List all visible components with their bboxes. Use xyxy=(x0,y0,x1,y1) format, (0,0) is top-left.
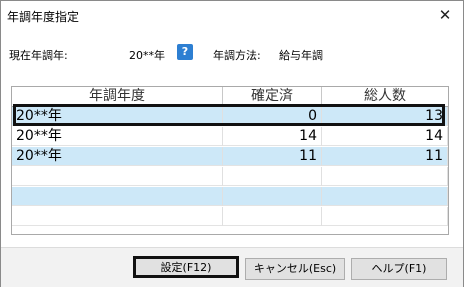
cancel-button[interactable]: キャンセル(Esc) xyxy=(245,258,345,280)
table-row[interactable]: 20**年 0 13 xyxy=(12,107,448,126)
column-header-year[interactable]: 年調年度 xyxy=(12,87,223,106)
year-select-dialog: 年調年度指定 ✕ 現在年調年: 20**年 ? 年調方法: 給与年調 年調年度 … xyxy=(0,0,464,287)
cell-total xyxy=(322,207,448,226)
cell-total xyxy=(322,187,448,206)
column-header-total[interactable]: 総人数 xyxy=(322,87,448,106)
table-row[interactable] xyxy=(12,167,448,186)
cell-year: 20**年 xyxy=(12,127,223,146)
table-header: 年調年度 確定済 総人数 xyxy=(12,87,448,107)
method-label: 年調方法: xyxy=(213,49,261,62)
cell-confirmed: 11 xyxy=(223,147,322,166)
cell-confirmed: 14 xyxy=(223,127,322,146)
current-year-label: 現在年調年: xyxy=(9,49,68,62)
column-header-confirmed[interactable]: 確定済 xyxy=(223,87,322,106)
cell-total: 14 xyxy=(322,127,448,146)
close-icon[interactable]: ✕ xyxy=(431,3,459,27)
cell-year: 20**年 xyxy=(12,147,223,166)
help-button[interactable]: ヘルプ(F1) xyxy=(351,258,447,280)
method-value: 給与年調 xyxy=(279,49,323,62)
cell-confirmed xyxy=(223,207,322,226)
cell-year: 20**年 xyxy=(12,107,223,126)
year-table: 年調年度 確定済 総人数 20**年 0 13 20**年 14 14 20**… xyxy=(11,86,449,235)
cell-total: 11 xyxy=(322,147,448,166)
dialog-title: 年調年度指定 xyxy=(7,10,80,24)
cell-year xyxy=(12,167,223,186)
current-year-value: 20**年 xyxy=(129,49,165,62)
cell-confirmed xyxy=(223,187,322,206)
cell-total xyxy=(322,167,448,186)
help-question-icon[interactable]: ? xyxy=(177,44,193,60)
cell-year xyxy=(12,207,223,226)
settings-button[interactable]: 設定(F12) xyxy=(133,256,239,278)
table-row[interactable] xyxy=(12,187,448,206)
table-row[interactable]: 20**年 14 14 xyxy=(12,127,448,146)
cell-confirmed xyxy=(223,167,322,186)
table-row[interactable]: 20**年 11 11 xyxy=(12,147,448,166)
cell-total: 13 xyxy=(322,107,448,126)
cell-confirmed: 0 xyxy=(223,107,322,126)
title-bar: 年調年度指定 ✕ xyxy=(1,1,463,31)
table-row[interactable] xyxy=(12,207,448,226)
cell-year xyxy=(12,187,223,206)
button-bar: 設定(F12) キャンセル(Esc) ヘルプ(F1) xyxy=(1,247,463,287)
